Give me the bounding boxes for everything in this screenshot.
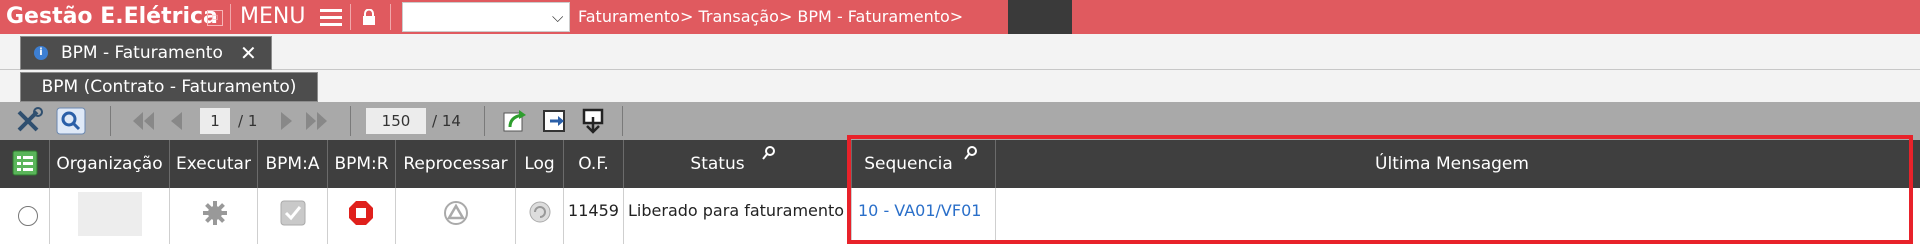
- subtab-contrato-faturamento[interactable]: BPM (Contrato - Faturamento): [20, 72, 318, 102]
- cell-status: Liberado para faturamento: [624, 188, 852, 244]
- gear-icon[interactable]: [202, 200, 228, 226]
- page-number-input[interactable]: 1: [200, 108, 230, 134]
- log-icon[interactable]: [528, 200, 552, 224]
- row-radio[interactable]: [18, 206, 38, 226]
- organizacao-placeholder: [78, 192, 142, 236]
- breadcrumb-end: [1008, 0, 1072, 34]
- last-page-icon[interactable]: [302, 107, 332, 135]
- prev-page-icon[interactable]: [162, 107, 192, 135]
- tab-bar: [0, 34, 1920, 70]
- records-total: / 14: [432, 112, 461, 130]
- info-icon: i: [34, 46, 48, 60]
- highlight-box: [847, 135, 1913, 244]
- divider: [390, 4, 391, 30]
- next-page-icon[interactable]: [272, 107, 302, 135]
- col-bpm-a[interactable]: BPM:A: [258, 140, 328, 188]
- col-bpm-r[interactable]: BPM:R: [328, 140, 396, 188]
- lock-icon[interactable]: [362, 9, 376, 25]
- window-minimize-icon[interactable]: ▫: [207, 10, 223, 26]
- divider: [350, 4, 351, 30]
- tab-bpm-faturamento[interactable]: BPM - Faturamento: [20, 36, 272, 70]
- close-icon[interactable]: ✕: [240, 36, 257, 70]
- col-reprocessar[interactable]: Reprocessar: [396, 140, 516, 188]
- status-filter-icon[interactable]: [760, 145, 778, 163]
- refresh-icon[interactable]: [500, 107, 530, 135]
- col-of[interactable]: O.F.: [564, 140, 624, 188]
- app-title: Gestão E.Elétrica: [6, 4, 218, 29]
- col-organizacao[interactable]: Organização: [50, 140, 170, 188]
- divider: [622, 106, 623, 136]
- divider: [484, 106, 485, 136]
- col-log[interactable]: Log: [516, 140, 564, 188]
- col-status[interactable]: Status: [624, 140, 852, 188]
- col-select: [0, 140, 50, 188]
- stop-icon[interactable]: [348, 200, 374, 226]
- col-executar[interactable]: Executar: [170, 140, 258, 188]
- cell-of: 11459: [564, 188, 624, 244]
- download-icon[interactable]: [578, 107, 608, 135]
- tools-icon[interactable]: [14, 107, 44, 135]
- first-page-icon[interactable]: [128, 107, 158, 135]
- breadcrumb[interactable]: Faturamento> Transação> BPM - Faturament…: [578, 0, 963, 34]
- chevron-down-icon[interactable]: ⌵: [552, 2, 563, 32]
- divider: [230, 4, 231, 30]
- reprocess-icon[interactable]: [443, 200, 469, 226]
- checkbox-icon[interactable]: [280, 200, 306, 226]
- divider: [110, 106, 111, 136]
- page-size-input[interactable]: 150: [366, 108, 426, 134]
- menu-button[interactable]: MENU: [240, 0, 305, 34]
- export-icon[interactable]: [540, 107, 570, 135]
- divider: [350, 106, 351, 136]
- menu-icon[interactable]: [320, 9, 342, 26]
- page-total: / 1: [238, 112, 258, 130]
- search-icon[interactable]: [56, 107, 86, 135]
- module-select[interactable]: [402, 2, 570, 32]
